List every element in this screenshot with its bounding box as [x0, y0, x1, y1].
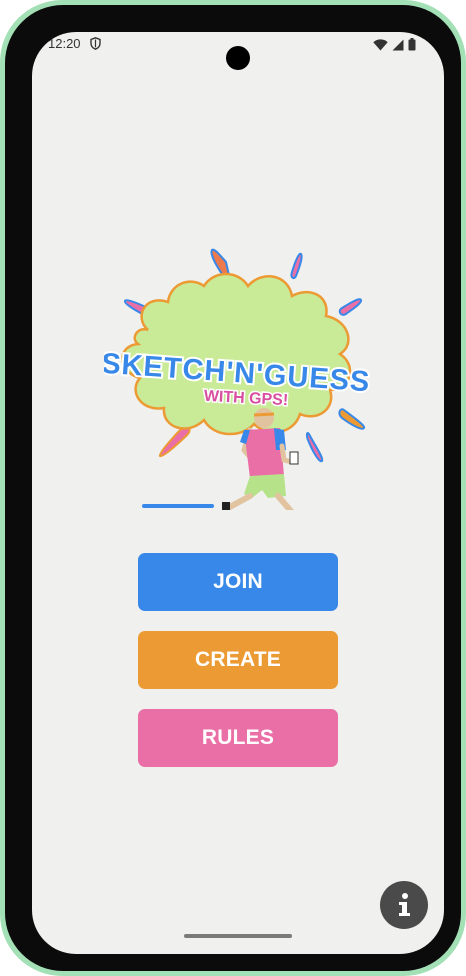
info-button[interactable] [380, 881, 428, 929]
device-bezel: 12:20 SKETCH'N'GUESS WITH GPS! JOIN CREA… [5, 5, 461, 971]
home-indicator[interactable] [184, 934, 292, 938]
battery-icon [408, 38, 416, 51]
wifi-icon [373, 38, 388, 50]
join-button[interactable]: JOIN [138, 553, 338, 611]
info-icon [399, 893, 410, 916]
app-screen: 12:20 SKETCH'N'GUESS WITH GPS! JOIN CREA… [32, 32, 444, 954]
create-button[interactable]: CREATE [138, 631, 338, 689]
status-time: 12:20 [48, 36, 81, 51]
status-bar: 12:20 [32, 32, 444, 70]
app-logo: SKETCH'N'GUESS WITH GPS! [104, 248, 372, 510]
rules-button-label: RULES [201, 726, 275, 749]
rules-button[interactable]: RULES [138, 709, 338, 767]
join-button-label: JOIN [213, 570, 263, 593]
system-icons [373, 38, 416, 51]
signal-icon [392, 39, 404, 50]
create-button-label: CREATE [195, 648, 281, 671]
device-frame: 12:20 SKETCH'N'GUESS WITH GPS! JOIN CREA… [0, 0, 466, 976]
front-camera [226, 46, 250, 70]
shield-icon [90, 37, 101, 50]
